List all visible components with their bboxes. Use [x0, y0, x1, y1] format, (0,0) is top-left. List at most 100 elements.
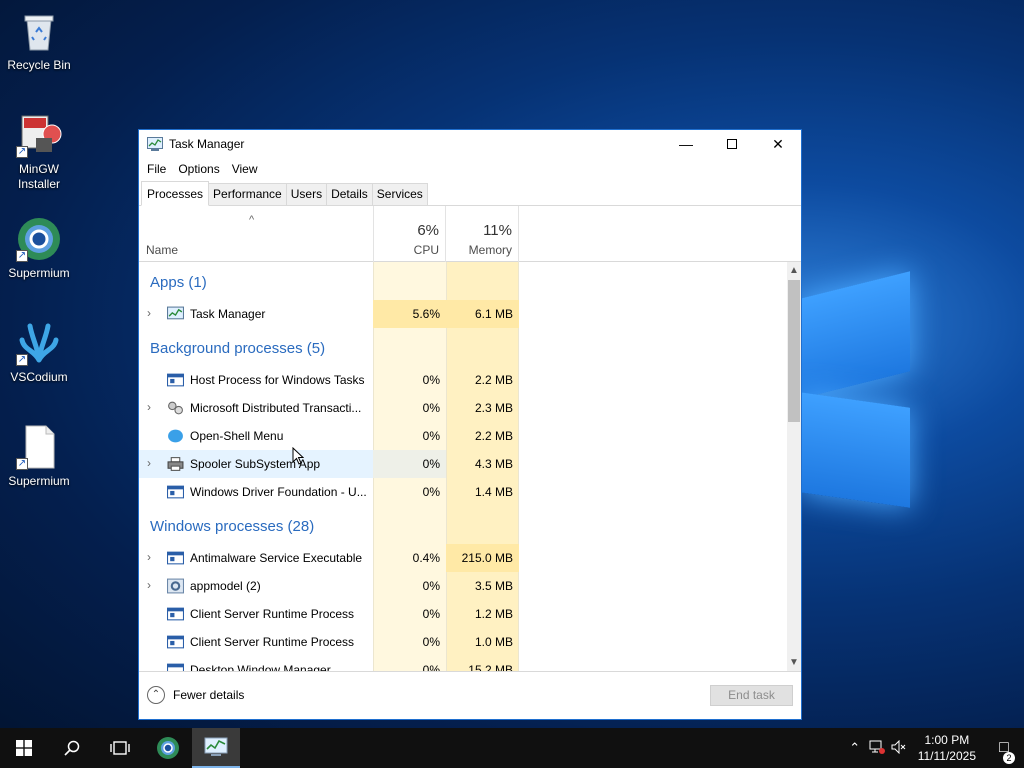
tab-users[interactable]: Users — [285, 183, 328, 205]
search-button[interactable] — [48, 728, 96, 768]
windows-start-icon — [16, 740, 32, 756]
process-memory: 4.3 MB — [474, 457, 513, 471]
task-manager-icon — [204, 737, 228, 756]
minimize-icon: — — [679, 136, 693, 152]
vscodium-icon: ↗ — [16, 320, 62, 366]
scroll-up-icon[interactable]: ▲ — [787, 264, 801, 278]
chevron-right-icon[interactable]: › — [147, 400, 151, 414]
window-process-icon — [167, 485, 184, 499]
table-row[interactable]: Client Server Runtime Process 0% 1.2 MB — [139, 600, 787, 628]
table-row[interactable]: › appmodel (2) 0% 3.5 MB — [139, 572, 787, 600]
window-process-icon — [167, 373, 184, 387]
task-manager-icon — [167, 306, 184, 320]
tab-strip: Processes Performance Users Details Serv… — [139, 180, 801, 206]
action-center-button[interactable]: □ 2 — [984, 739, 1024, 764]
close-button[interactable]: ✕ — [755, 130, 801, 158]
taskbar-task-manager[interactable] — [192, 728, 240, 768]
table-row[interactable]: Host Process for Windows Tasks 0% 2.2 MB — [139, 366, 787, 394]
desktop-icon-label: MinGW Installer — [17, 162, 61, 191]
desktop-icon-mingw-installer[interactable]: ↗ MinGW Installer — [1, 112, 77, 192]
desktop-icon-vscodium[interactable]: ↗ VSCodium — [1, 320, 77, 385]
volume-muted-icon[interactable] — [888, 739, 910, 757]
tab-processes[interactable]: Processes — [141, 181, 210, 206]
scroll-down-icon[interactable]: ▼ — [787, 656, 801, 670]
process-name: Windows Driver Foundation - U... — [190, 485, 367, 499]
mouse-cursor-icon — [292, 447, 304, 465]
process-cpu: 0.4% — [412, 551, 440, 565]
network-icon[interactable] — [866, 740, 888, 757]
table-row[interactable]: › Task Manager 5.6% 6.1 MB — [139, 300, 787, 328]
fewer-details-button[interactable]: ⌃ Fewer details — [147, 686, 244, 704]
column-name-label: Name — [146, 243, 179, 257]
process-name: Open-Shell Menu — [190, 429, 284, 443]
menu-file[interactable]: File — [141, 162, 172, 176]
table-row[interactable]: › Microsoft Distributed Transacti... 0% … — [139, 394, 787, 422]
task-view-icon — [110, 741, 130, 755]
sort-up-icon: ^ — [249, 214, 255, 226]
process-cpu: 0% — [373, 450, 446, 478]
column-memory[interactable]: 11% Memory — [446, 206, 519, 262]
column-cpu[interactable]: 6% CPU — [373, 206, 446, 262]
process-memory: 15.2 MB — [468, 663, 513, 672]
window-process-icon — [167, 635, 184, 649]
table-row[interactable]: Windows Driver Foundation - U... 0% 1.4 … — [139, 478, 787, 506]
system-tray: ⌃ 1:00 PM 11/11/2025 □ 2 — [844, 728, 1024, 768]
process-memory: 1.4 MB — [474, 485, 513, 499]
clock[interactable]: 1:00 PM 11/11/2025 — [910, 732, 984, 764]
desktop-icon-recycle-bin[interactable]: Recycle Bin — [1, 8, 77, 73]
group-header-apps: Apps (1) — [150, 274, 207, 291]
task-manager-window: Task Manager — ✕ File Options View Proce… — [138, 129, 802, 720]
chevron-right-icon[interactable]: › — [147, 578, 151, 592]
process-name: Spooler SubSystem App — [190, 457, 321, 471]
shortcut-arrow-icon: ↗ — [16, 458, 28, 470]
table-row[interactable]: Desktop Window Manager 0% 15.2 MB — [139, 656, 787, 672]
gear-icon — [167, 578, 184, 594]
task-view-button[interactable] — [96, 728, 144, 768]
tab-services[interactable]: Services — [371, 183, 428, 205]
process-memory: 6.1 MB — [446, 300, 519, 328]
title-bar[interactable]: Task Manager — ✕ — [139, 130, 801, 158]
vertical-scrollbar[interactable]: ▲ ▼ — [787, 262, 801, 672]
scrollbar-thumb[interactable] — [788, 280, 800, 422]
table-row[interactable]: › Spooler SubSystem App 0% 4.3 MB — [139, 450, 787, 478]
maximize-icon — [727, 139, 737, 149]
windows-logo-wallpaper — [800, 255, 915, 510]
window-title: Task Manager — [169, 137, 245, 151]
chevron-right-icon[interactable]: › — [147, 306, 151, 320]
taskbar-supermium[interactable] — [144, 728, 192, 768]
process-memory: 1.0 MB — [474, 635, 513, 649]
group-header-windows: Windows processes (28) — [150, 518, 315, 535]
tab-performance[interactable]: Performance — [208, 183, 287, 205]
process-name: Microsoft Distributed Transacti... — [190, 401, 362, 415]
cpu-total: 6% — [417, 222, 439, 239]
process-memory: 2.2 MB — [474, 429, 513, 443]
desktop-icon-label: VSCodium — [10, 370, 68, 384]
shortcut-arrow-icon: ↗ — [16, 354, 28, 366]
tab-details[interactable]: Details — [326, 183, 373, 205]
table-row[interactable]: Open-Shell Menu 0% 2.2 MB — [139, 422, 787, 450]
menu-options[interactable]: Options — [172, 162, 225, 176]
table-row[interactable]: Client Server Runtime Process 0% 1.0 MB — [139, 628, 787, 656]
column-name[interactable]: ^ Name — [139, 206, 373, 262]
minimize-button[interactable]: — — [663, 130, 709, 158]
end-task-button[interactable]: End task — [710, 685, 793, 706]
taskbar: ⌃ 1:00 PM 11/11/2025 □ 2 — [0, 728, 1024, 768]
table-row[interactable]: › Antimalware Service Executable 0.4% 21… — [139, 544, 787, 572]
close-icon: ✕ — [772, 135, 784, 152]
desktop-icon-label: Recycle Bin — [7, 58, 71, 72]
process-name: Host Process for Windows Tasks — [190, 373, 365, 387]
maximize-button[interactable] — [709, 130, 755, 158]
column-memory-label: Memory — [468, 243, 512, 257]
menu-view[interactable]: View — [226, 162, 264, 176]
desktop-icon-supermium[interactable]: ↗ Supermium — [1, 216, 77, 281]
printer-icon — [167, 457, 184, 471]
open-shell-icon — [168, 429, 183, 443]
chevron-right-icon[interactable]: › — [147, 456, 151, 470]
mingw-installer-icon: ↗ — [16, 112, 62, 158]
shortcut-arrow-icon: ↗ — [16, 250, 28, 262]
chevron-right-icon[interactable]: › — [147, 550, 151, 564]
chevron-up-icon[interactable]: ⌃ — [844, 740, 866, 756]
start-button[interactable] — [0, 728, 48, 768]
desktop-icon-supermium-file[interactable]: ↗ Supermium — [1, 424, 77, 489]
logo-pane-bottom — [800, 392, 910, 508]
